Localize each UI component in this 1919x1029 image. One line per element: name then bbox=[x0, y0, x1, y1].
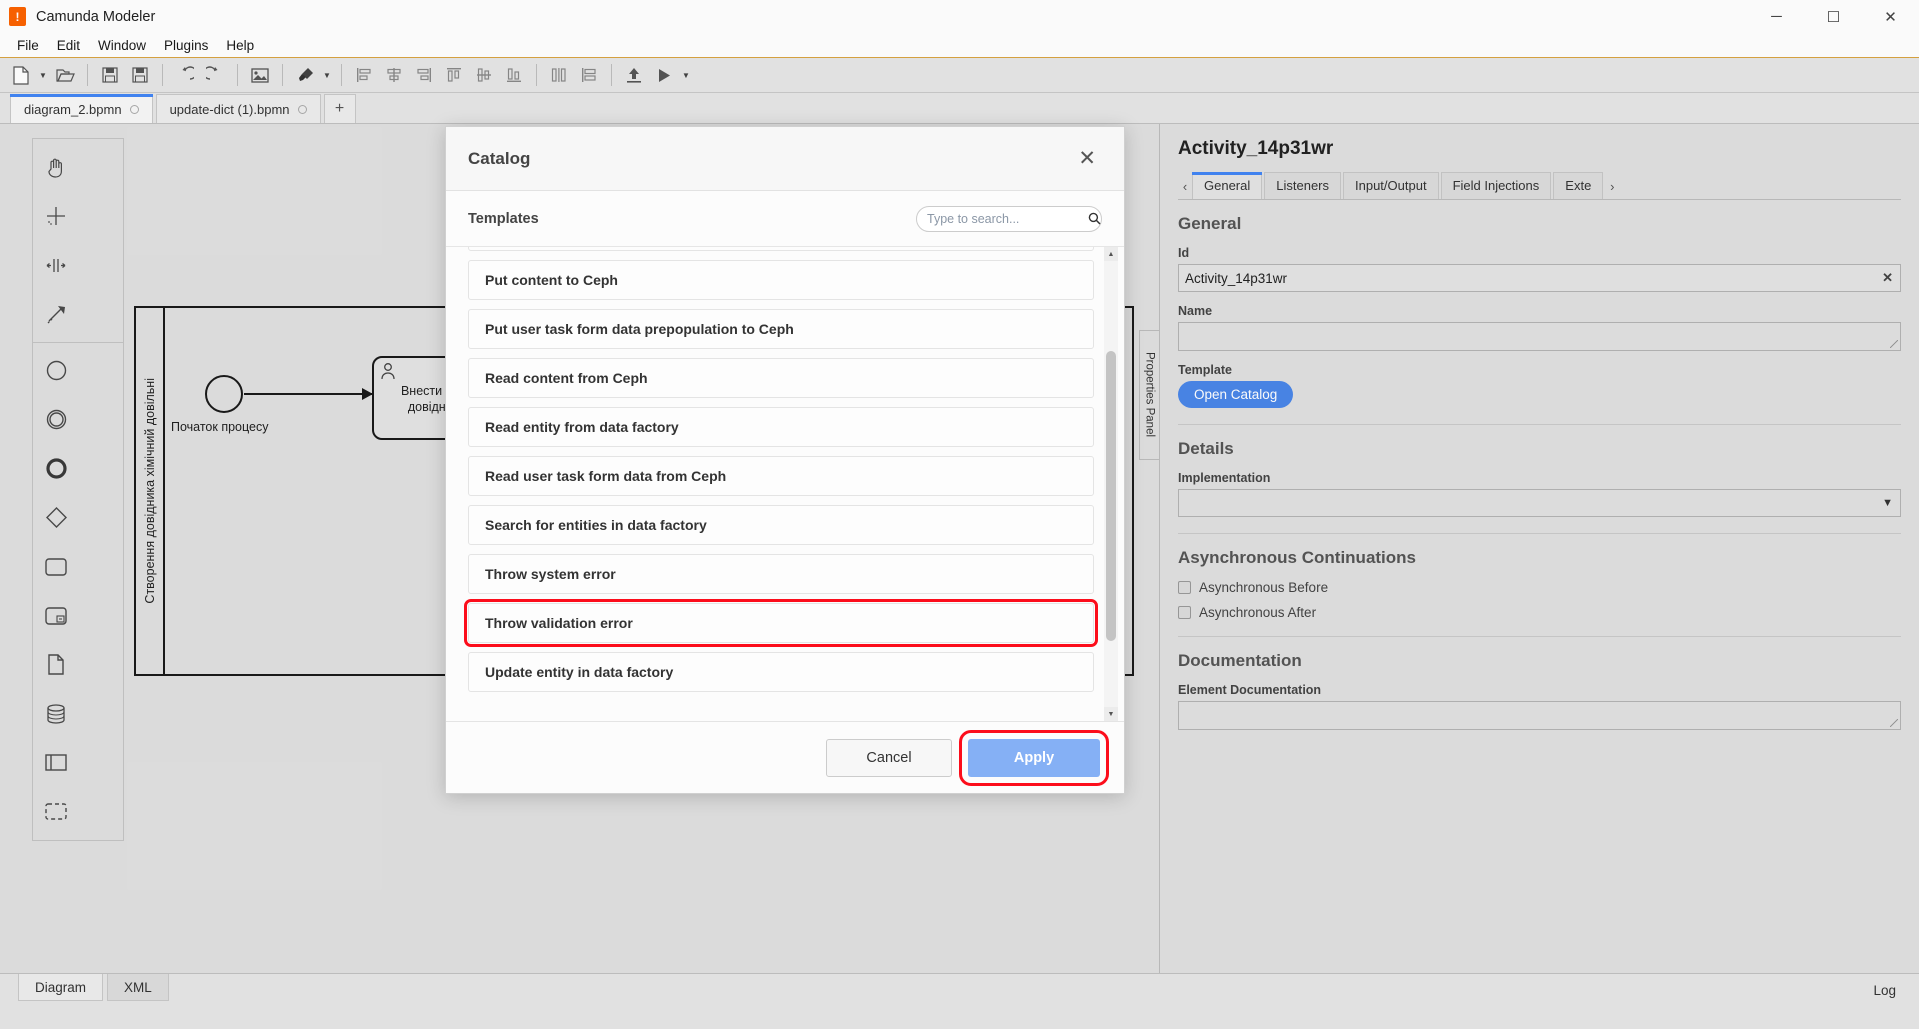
list-item[interactable]: Put content to Ceph bbox=[468, 260, 1094, 300]
list-item-label: Read content from Ceph bbox=[485, 370, 648, 386]
search-icon bbox=[1088, 212, 1101, 225]
cancel-button[interactable]: Cancel bbox=[826, 738, 952, 777]
catalog-dialog: Catalog ✕ Templates Put content to CephP… bbox=[445, 126, 1125, 794]
apply-button[interactable]: Apply bbox=[959, 729, 1109, 786]
list-item-label: Search for entities in data factory bbox=[485, 517, 707, 533]
list-item[interactable]: Put user task form data prepopulation to… bbox=[468, 309, 1094, 349]
scroll-up-icon[interactable]: ▲ bbox=[1104, 247, 1118, 261]
search-input[interactable] bbox=[927, 211, 1088, 226]
scroll-down-icon[interactable]: ▼ bbox=[1104, 707, 1118, 721]
template-search-box[interactable] bbox=[916, 205, 1102, 232]
list-item[interactable] bbox=[468, 247, 1094, 251]
catalog-dialog-title: Catalog bbox=[468, 148, 531, 168]
list-item[interactable]: Search for entities in data factory bbox=[468, 505, 1094, 545]
list-item-label: Put user task form data prepopulation to… bbox=[485, 321, 794, 337]
list-item[interactable]: Read content from Ceph bbox=[468, 358, 1094, 398]
templates-subheader: Templates bbox=[446, 191, 1124, 247]
scrollbar-thumb[interactable] bbox=[1106, 351, 1116, 641]
list-item[interactable]: Update entity in data factory bbox=[468, 652, 1094, 692]
templates-heading: Templates bbox=[468, 210, 539, 227]
list-item-label: Read entity from data factory bbox=[485, 419, 679, 435]
catalog-dialog-header: Catalog ✕ bbox=[446, 127, 1124, 191]
templates-list: Put content to Ceph Put user task form da… bbox=[464, 247, 1098, 721]
list-item[interactable]: Read user task form data from Ceph bbox=[468, 456, 1094, 496]
list-item-label: Update entity in data factory bbox=[485, 664, 674, 680]
catalog-dialog-footer: Cancel Apply bbox=[446, 721, 1124, 793]
list-item-label: Throw system error bbox=[485, 566, 616, 582]
list-item[interactable]: Throw system error bbox=[468, 554, 1094, 594]
templates-list-body: Put content to Ceph Put user task form da… bbox=[446, 247, 1124, 721]
list-item-label: Throw validation error bbox=[485, 615, 633, 631]
list-item-label: Put content to Ceph bbox=[485, 272, 618, 288]
list-item[interactable]: Throw validation error bbox=[464, 599, 1098, 647]
list-item[interactable]: Read entity from data factory bbox=[468, 407, 1094, 447]
templates-scrollbar[interactable]: ▲ ▼ bbox=[1104, 247, 1118, 721]
close-icon[interactable]: ✕ bbox=[1072, 144, 1102, 173]
list-item-label: Read user task form data from Ceph bbox=[485, 468, 727, 484]
